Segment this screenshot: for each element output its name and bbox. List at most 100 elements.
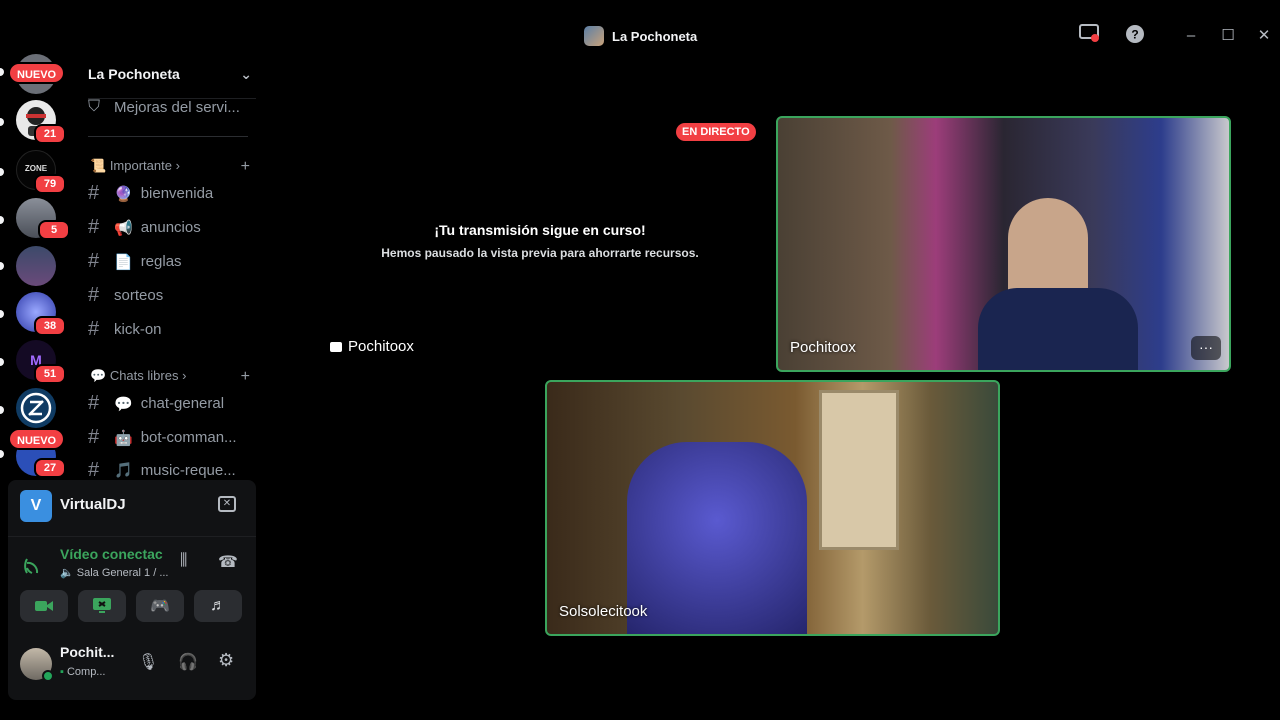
unread-indicator	[0, 358, 4, 366]
hash-icon: #	[88, 216, 100, 238]
user-panel: V VirtualDJ ✕ Vídeo conectac 🔈 Sala Gene…	[8, 480, 256, 700]
title-bar: La Pochoneta ? – ☐ ✕	[0, 20, 1280, 52]
category-chats-libres[interactable]: 💬 Chats libres › +	[90, 368, 250, 386]
paused-subtitle: Hemos pausado la vista previa para ahorr…	[381, 246, 699, 260]
voice-channel-name[interactable]: 🔈 Sala General 1 / ...	[60, 566, 168, 579]
more-options-button[interactable]: ···	[1191, 336, 1221, 360]
paused-preview-notice: ¡Tu transmisión sigue en curso! Hemos pa…	[304, 222, 776, 260]
mention-count-badge: 38	[34, 316, 66, 336]
speech-bubble-icon: 💬	[90, 368, 107, 383]
server-icon[interactable]	[16, 246, 56, 286]
channel-chat-general[interactable]: # 💬 chat-general	[88, 392, 260, 415]
divider	[8, 536, 256, 537]
video-feed	[627, 442, 807, 634]
gamepad-icon: 🎮	[150, 598, 170, 615]
mention-count-badge: 51	[34, 364, 66, 384]
boost-icon: ⛉	[88, 98, 101, 115]
document-icon: 📄	[114, 253, 133, 271]
user-status: ▪ Comp...	[60, 666, 106, 678]
mention-count-badge: 79	[34, 174, 66, 194]
mention-count-badge: 21	[34, 124, 66, 144]
divider	[88, 136, 248, 137]
server-list: NUEVO 21 ZONE 79 5 38 M 51 NUEVO 27	[0, 52, 72, 482]
maximize-icon[interactable]: ☐	[1216, 24, 1240, 48]
help-icon[interactable]: ?	[1123, 24, 1147, 48]
unread-indicator	[0, 168, 4, 176]
soundboard-icon: ♬	[210, 597, 226, 614]
settings-gear-icon[interactable]: ⚙	[218, 650, 234, 671]
voice-signal-icon	[24, 556, 44, 581]
hash-icon: #	[88, 318, 100, 340]
microphone-icon[interactable]: 🎙	[138, 652, 158, 672]
hash-icon: #	[88, 250, 100, 272]
soundboard-button[interactable]: ♬	[194, 590, 242, 622]
tile-name: Solsolecitook	[559, 603, 648, 620]
megaphone-icon: 📢	[114, 219, 133, 237]
online-status-dot	[42, 670, 54, 682]
hash-icon: #	[88, 284, 100, 306]
scroll-icon: 📜	[90, 158, 107, 173]
virtualdj-app-icon: V	[20, 490, 52, 522]
unread-indicator	[0, 118, 4, 126]
screen-share-icon[interactable]	[1077, 24, 1101, 48]
server-avatar	[584, 26, 604, 46]
unread-indicator	[0, 450, 4, 458]
live-badge: EN DIRECTO	[676, 123, 756, 141]
unread-indicator	[0, 216, 4, 224]
status-icon: ▪	[60, 666, 64, 678]
hash-icon: #	[88, 426, 100, 448]
unread-indicator	[0, 310, 4, 318]
robot-icon: 🤖	[114, 429, 133, 447]
unread-indicator	[0, 262, 4, 270]
hash-icon: #	[88, 392, 100, 414]
screen-icon	[330, 341, 342, 352]
stream-stage: EN DIRECTO ¡Tu transmisión sigue en curs…	[264, 52, 1280, 700]
username: Pochit...	[60, 644, 115, 660]
video-tile[interactable]: Pochitoox ···	[776, 116, 1231, 372]
channel-sorteos[interactable]: # sorteos	[88, 284, 260, 307]
chevron-down-icon: ⌄	[240, 66, 252, 82]
server-icon[interactable]	[16, 388, 56, 428]
disconnect-icon[interactable]: ☎	[218, 552, 238, 572]
channel-anuncios[interactable]: # 📢 anuncios	[88, 216, 260, 239]
channel-reglas[interactable]: # 📄 reglas	[88, 250, 260, 273]
new-badge: NUEVO	[8, 428, 66, 450]
server-header[interactable]: La Pochoneta ⌄	[88, 66, 252, 83]
music-note-icon: 🎵	[114, 462, 133, 479]
add-channel-icon[interactable]: +	[241, 158, 250, 176]
stream-app-name: VirtualDJ	[60, 496, 126, 513]
channel-bienvenida[interactable]: # 🔮 bienvenida	[88, 182, 260, 205]
svg-text:?: ?	[1131, 28, 1138, 42]
close-icon[interactable]: ✕	[1252, 24, 1276, 48]
screen-share-button[interactable]	[78, 590, 126, 622]
camera-icon	[35, 601, 53, 611]
mention-count-badge: 27	[34, 458, 66, 478]
new-badge: NUEVO	[8, 62, 66, 84]
activities-button[interactable]: 🎮	[136, 590, 184, 622]
headphones-icon[interactable]: 🎧	[178, 652, 198, 672]
channel-kick-on[interactable]: # kick-on	[88, 318, 260, 341]
speech-bubble-icon: 💬	[114, 395, 133, 413]
hash-icon: #	[88, 182, 100, 204]
minimize-icon[interactable]: –	[1179, 24, 1203, 48]
tile-name: Pochitoox	[790, 339, 856, 356]
unread-indicator	[0, 406, 4, 414]
server-boost-item[interactable]: ⛉ Mejoras del servi...	[88, 98, 260, 116]
paused-title: ¡Tu transmisión sigue en curso!	[434, 222, 646, 238]
category-importante[interactable]: 📜 Importante › +	[90, 158, 250, 176]
crystal-ball-icon: 🔮	[114, 185, 133, 203]
add-channel-icon[interactable]: +	[241, 368, 250, 386]
speaker-icon: 🔈	[60, 567, 74, 579]
video-feed	[978, 288, 1138, 370]
unread-indicator	[0, 68, 4, 76]
stop-stream-icon[interactable]: ✕	[218, 496, 236, 512]
channel-bot-commands[interactable]: # 🤖 bot-comman...	[88, 426, 260, 449]
channel-music-requests[interactable]: # 🎵 music-reque...	[88, 460, 260, 480]
noise-suppression-icon[interactable]: ⫼	[180, 552, 187, 570]
server-name: La Pochoneta	[88, 66, 180, 82]
camera-button[interactable]	[20, 590, 68, 622]
voice-status[interactable]: Vídeo conectac	[60, 546, 170, 562]
video-feed	[819, 390, 899, 550]
video-tile[interactable]: Solsolecitook	[545, 380, 1000, 636]
screen-share-icon	[93, 598, 111, 613]
